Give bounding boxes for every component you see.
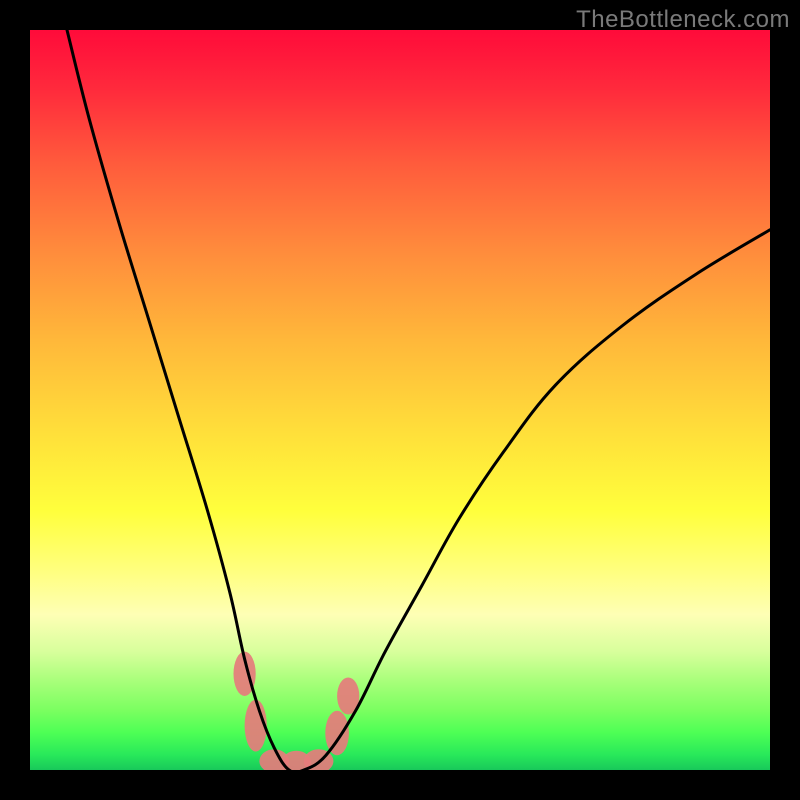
curve-layer	[30, 30, 770, 770]
blob-right-lower	[325, 711, 349, 755]
watermark-text: TheBottleneck.com	[576, 6, 790, 34]
chart-frame: TheBottleneck.com	[0, 0, 800, 800]
bottleneck-curve	[67, 30, 770, 770]
plot-area	[30, 30, 770, 770]
marker-blobs	[234, 652, 360, 770]
